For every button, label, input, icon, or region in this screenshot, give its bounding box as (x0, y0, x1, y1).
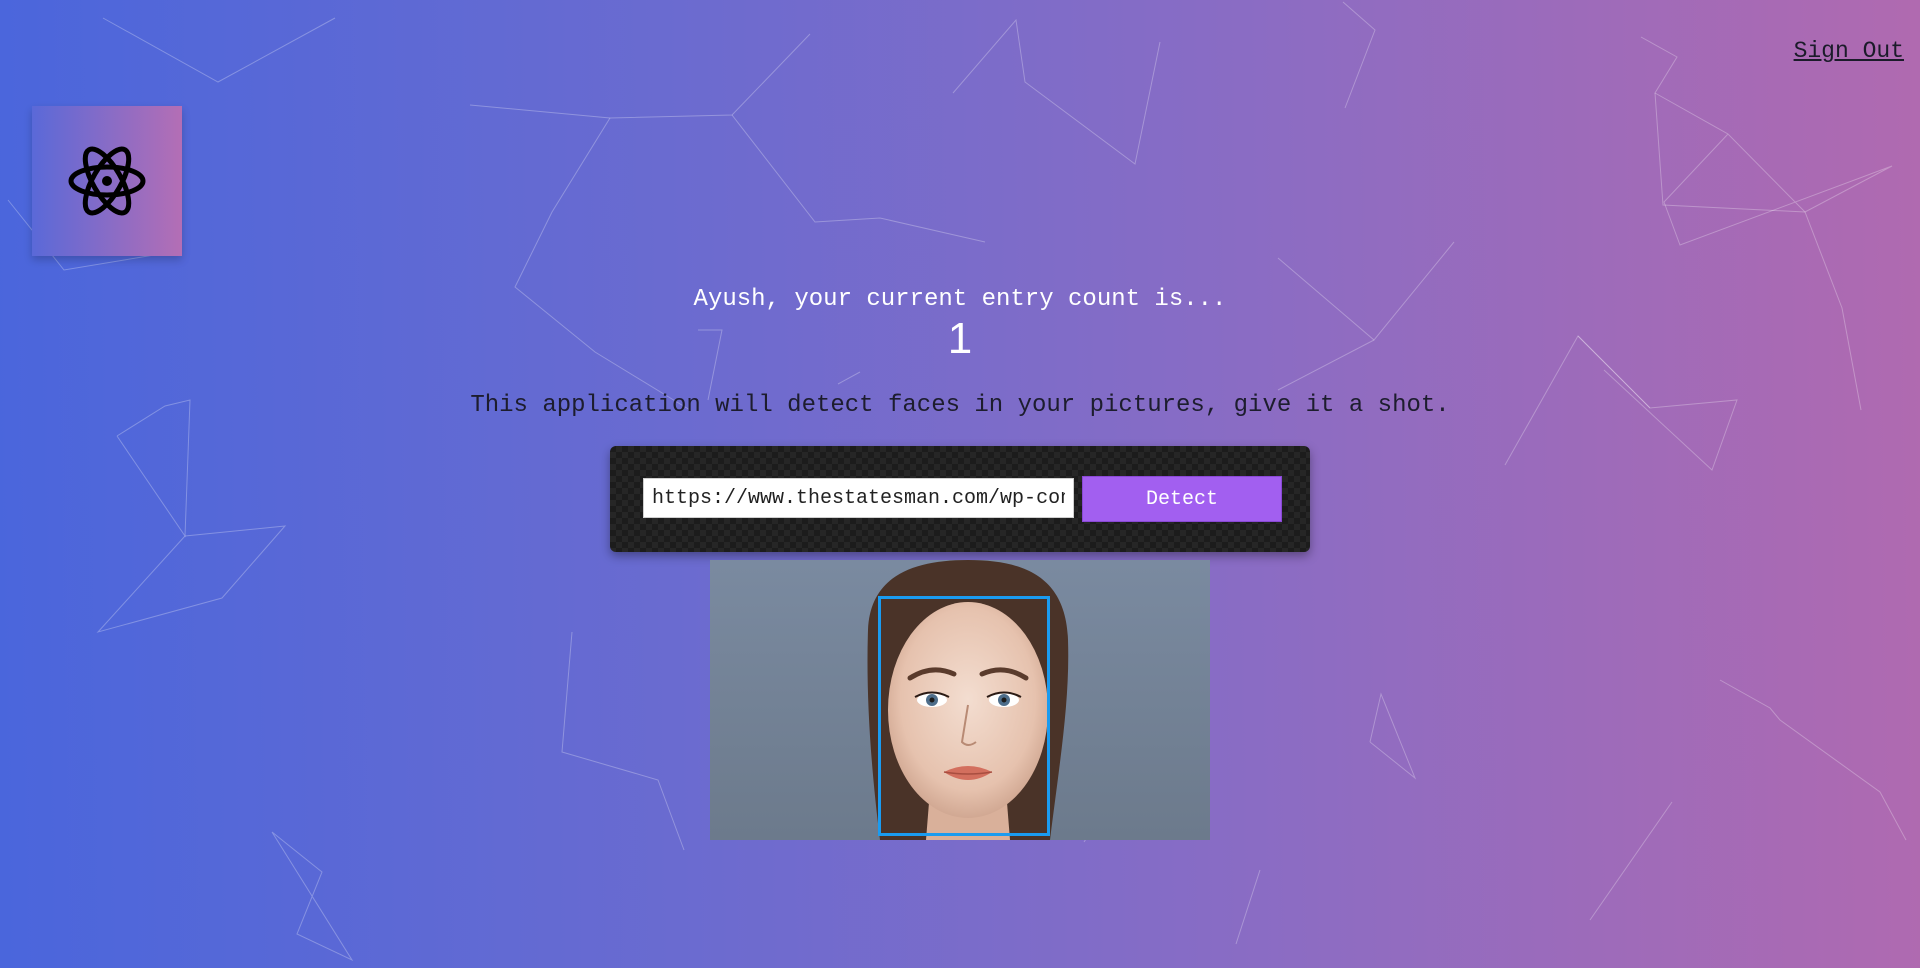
image-url-input[interactable] (643, 478, 1074, 518)
atom-icon (68, 146, 146, 216)
app-description: This application will detect faces in yo… (470, 392, 1450, 419)
face-bounding-box (878, 596, 1050, 836)
sign-out-link[interactable]: Sign Out (1794, 38, 1904, 64)
detect-button[interactable]: Detect (1082, 476, 1282, 522)
image-url-form: Detect (610, 446, 1310, 552)
entry-count-label: Ayush, your current entry count is... (693, 286, 1227, 313)
entry-count-value: 1 (947, 314, 973, 363)
app-logo (32, 106, 182, 256)
face-detection-image (710, 560, 1210, 840)
